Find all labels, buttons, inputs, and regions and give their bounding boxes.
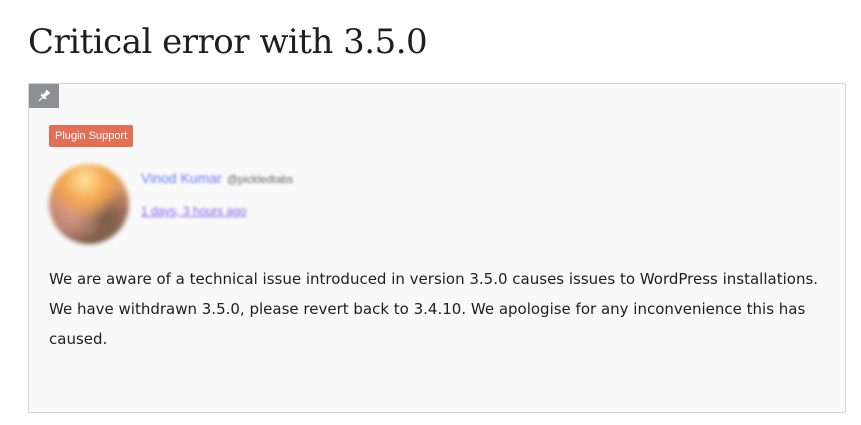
post-date-link[interactable]: 1 days, 3 hours ago	[141, 204, 246, 218]
role-badge: Plugin Support	[49, 125, 134, 147]
author-handle: @pickledtabs	[227, 174, 294, 186]
pin-icon	[29, 84, 59, 108]
page: Critical error with 3.5.0 Plugin Support…	[0, 0, 861, 425]
author-avatar[interactable]	[49, 164, 129, 244]
sticky-reply-card: Plugin Support Vinod Kumar @pickledtabs …	[28, 83, 846, 413]
topic-title: Critical error with 3.5.0	[28, 22, 428, 62]
reply-body-text: We are aware of a technical issue introd…	[49, 270, 819, 348]
author-name-link[interactable]: Vinod Kumar	[141, 170, 222, 186]
